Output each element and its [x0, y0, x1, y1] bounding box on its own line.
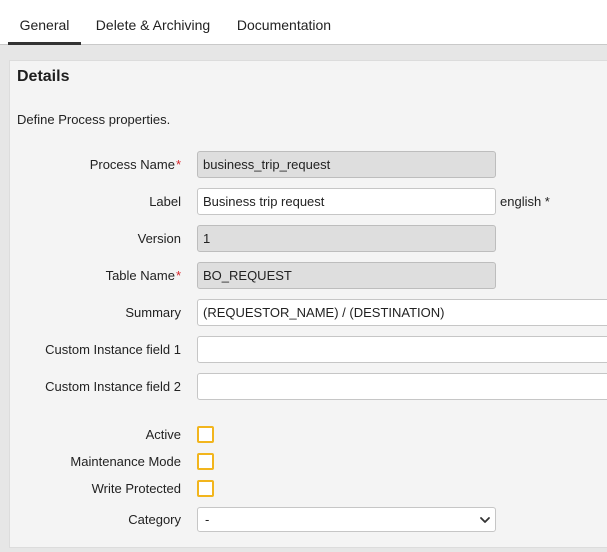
custom-instance-field-1-label-text: Custom Instance field 1	[45, 342, 181, 357]
active-label: Active	[10, 427, 181, 442]
maintenance-mode-label: Maintenance Mode	[10, 454, 181, 469]
label-label-text: Label	[149, 194, 181, 209]
label-input[interactable]	[197, 188, 496, 215]
category-label-text: Category	[128, 512, 181, 527]
version-input[interactable]	[197, 225, 496, 252]
category-select[interactable]: -	[197, 507, 496, 532]
details-title: Details	[17, 68, 70, 85]
tab-delete-archiving[interactable]: Delete & Archiving	[88, 0, 218, 45]
process-name-label-text: Process Name	[89, 157, 175, 172]
category-selected-value: -	[205, 512, 210, 527]
summary-label: Summary	[10, 305, 181, 320]
required-marker: *	[175, 157, 181, 172]
custom-instance-field-1-label: Custom Instance field 1	[10, 342, 181, 357]
custom-instance-field-2-label-text: Custom Instance field 2	[45, 379, 181, 394]
custom-instance-field-2-input[interactable]	[197, 373, 607, 400]
details-panel: Details Define Process properties. Proce…	[9, 60, 607, 548]
table-name-label-text: Table Name	[105, 268, 175, 283]
details-description: Define Process properties.	[17, 112, 171, 127]
tab-bar: General Delete & Archiving Documentation	[0, 0, 607, 45]
summary-label-text: Summary	[125, 305, 181, 320]
process-name-input[interactable]	[197, 151, 496, 178]
table-name-label: Table Name*	[10, 268, 181, 283]
summary-input[interactable]	[197, 299, 607, 326]
active-checkbox[interactable]	[197, 426, 214, 443]
write-protected-label: Write Protected	[10, 481, 181, 496]
maintenance-mode-label-text: Maintenance Mode	[70, 454, 181, 469]
write-protected-checkbox[interactable]	[197, 480, 214, 497]
maintenance-mode-checkbox[interactable]	[197, 453, 214, 470]
tab-general[interactable]: General	[8, 0, 81, 45]
category-label: Category	[10, 512, 181, 527]
label-label: Label	[10, 194, 181, 209]
required-marker: *	[175, 268, 181, 283]
version-label: Version	[10, 231, 181, 246]
process-name-label: Process Name*	[10, 157, 181, 172]
tab-documentation[interactable]: Documentation	[228, 0, 340, 45]
language-hint: english *	[500, 194, 550, 209]
chevron-down-icon	[480, 517, 490, 523]
table-name-input[interactable]	[197, 262, 496, 289]
custom-instance-field-2-label: Custom Instance field 2	[10, 379, 181, 394]
write-protected-label-text: Write Protected	[91, 481, 181, 496]
custom-instance-field-1-input[interactable]	[197, 336, 607, 363]
active-label-text: Active	[145, 427, 181, 442]
version-label-text: Version	[137, 231, 181, 246]
